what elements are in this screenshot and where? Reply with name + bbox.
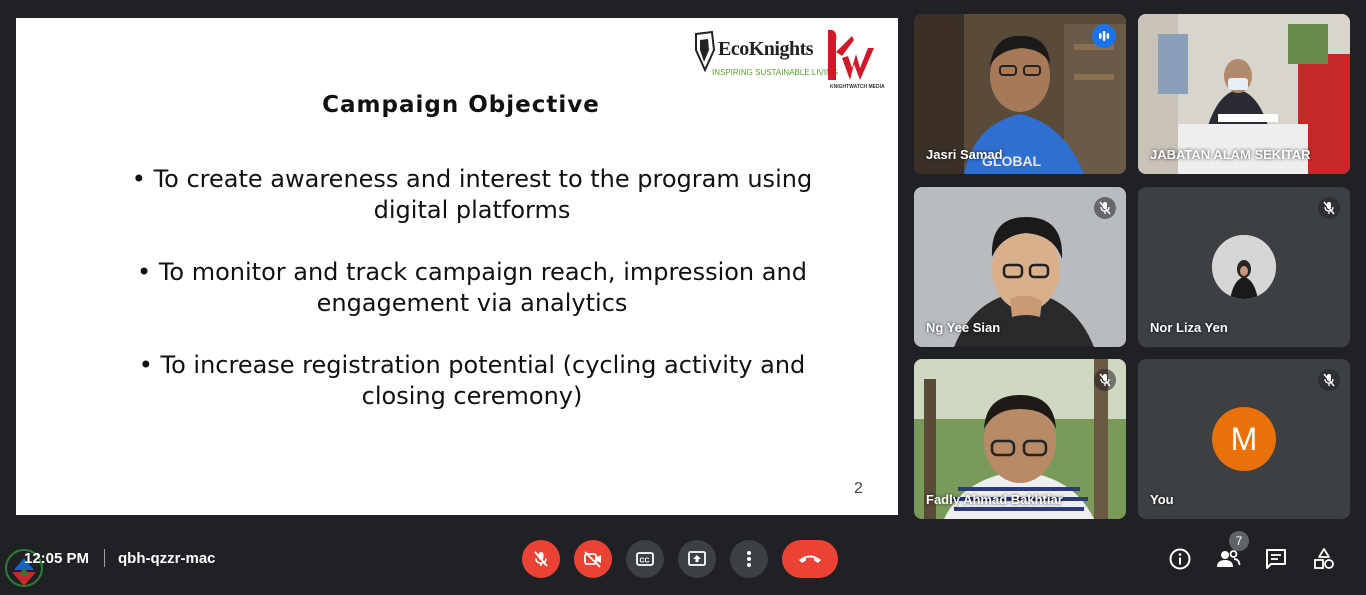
info-icon xyxy=(1169,548,1191,570)
participant-name: Jasri Samad xyxy=(926,147,1003,162)
participant-name: Ng Yee Sian xyxy=(926,320,1001,335)
meeting-details-button[interactable] xyxy=(1167,546,1193,572)
activities-button[interactable] xyxy=(1311,546,1337,572)
avatar xyxy=(1212,235,1276,299)
ecoknights-wordmark: EcoKnights xyxy=(718,38,814,60)
divider xyxy=(104,549,105,567)
slide-bullet: • To create awareness and interest to th… xyxy=(131,165,813,224)
participant-tile[interactable]: Nor Liza Yen xyxy=(1138,187,1350,347)
mic-muted-icon xyxy=(1094,197,1116,219)
knightwatch-wordmark: KNIGHTWATCH MEDIA xyxy=(830,84,885,90)
presentation-slide: EcoKnights INSPIRING SUSTAINABLE LIVING … xyxy=(16,18,898,515)
slide-bullet-list: • To create awareness and interest to th… xyxy=(16,164,928,443)
slide-title: Campaign Objective xyxy=(322,92,600,118)
toggle-camera-button[interactable] xyxy=(574,540,612,578)
participant-tile-self[interactable]: M You xyxy=(1138,359,1350,519)
chat-button[interactable] xyxy=(1263,546,1289,572)
activities-icon xyxy=(1314,548,1334,569)
meeting-code: qbh-qzzr-mac xyxy=(118,550,216,567)
mic-muted-icon xyxy=(1094,369,1116,391)
toggle-mic-button[interactable] xyxy=(522,540,560,578)
captions-icon: CC xyxy=(636,552,654,566)
ecoknights-logo: EcoKnights INSPIRING SUSTAINABLE LIVING xyxy=(692,30,838,80)
slide-page-number: 2 xyxy=(854,480,863,497)
present-icon xyxy=(688,551,706,566)
current-time: 12:05 PM xyxy=(24,550,90,567)
more-vert-icon xyxy=(747,551,751,567)
participant-tile[interactable]: Fadly Ahmad Bakhtiar xyxy=(914,359,1126,519)
captions-button[interactable]: CC xyxy=(626,540,664,578)
more-options-button[interactable] xyxy=(730,540,768,578)
mic-muted-icon xyxy=(1318,197,1340,219)
participant-name: You xyxy=(1150,492,1174,507)
mic-off-icon xyxy=(534,551,548,567)
svg-text:CC: CC xyxy=(640,558,650,565)
slide-bullet: • To monitor and track campaign reach, i… xyxy=(137,258,807,317)
participant-tile[interactable]: JABATAN ALAM SEKITAR xyxy=(1138,14,1350,174)
participant-tile[interactable]: Ng Yee Sian xyxy=(914,187,1126,347)
people-icon xyxy=(1217,550,1241,567)
avatar: M xyxy=(1212,407,1276,471)
slide-bullet: • To increase registration potential (cy… xyxy=(138,351,806,410)
participant-name: JABATAN ALAM SEKITAR xyxy=(1150,147,1311,162)
mic-muted-icon xyxy=(1318,369,1340,391)
participant-tile[interactable]: GLOBAL Jasri Samad xyxy=(914,14,1126,174)
participant-name: Fadly Ahmad Bakhtiar xyxy=(926,492,1063,507)
participant-name: Nor Liza Yen xyxy=(1150,320,1228,335)
camera-off-icon xyxy=(584,551,601,568)
speaking-indicator-icon xyxy=(1092,24,1116,48)
knightwatch-logo: KNIGHTWATCH MEDIA xyxy=(824,28,885,98)
end-call-icon xyxy=(799,555,821,563)
leave-call-button[interactable] xyxy=(782,540,838,578)
participant-count-badge: 7 xyxy=(1229,531,1249,551)
ecoknights-tagline: INSPIRING SUSTAINABLE LIVING xyxy=(712,68,839,77)
present-now-button[interactable] xyxy=(678,540,716,578)
chat-icon xyxy=(1266,549,1286,569)
